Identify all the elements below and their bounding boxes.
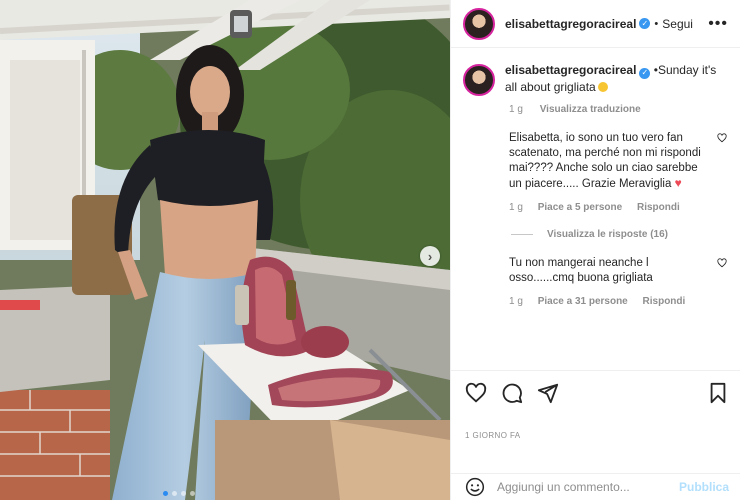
view-replies-toggle[interactable]: Visualizza le risposte (16) xyxy=(451,229,740,240)
avatar[interactable] xyxy=(463,64,495,96)
comment-text: Elisabetta, io sono un tuo vero fan scat… xyxy=(509,132,701,190)
verified-icon: ✓ xyxy=(639,18,651,29)
carousel-indicator xyxy=(163,491,195,496)
post-timestamp[interactable]: 1 GIORNO FA xyxy=(465,431,729,440)
comment-likes[interactable]: Piace a 31 persone xyxy=(538,296,628,307)
follow-button[interactable]: Segui xyxy=(662,17,693,31)
caption-username[interactable]: elisabettagregoracireal xyxy=(505,63,636,77)
translate-link[interactable]: Visualizza traduzione xyxy=(540,104,641,115)
comment-age: 1 g xyxy=(509,202,523,213)
more-icon[interactable]: ••• xyxy=(708,15,728,33)
publish-button[interactable]: Pubblica xyxy=(679,480,729,494)
caption-meta: 1 g Visualizza traduzione xyxy=(509,104,740,115)
reply-button[interactable]: Rispondi xyxy=(637,202,680,213)
avatar[interactable] xyxy=(463,7,495,40)
post-photo[interactable]: › xyxy=(0,0,450,500)
share-icon[interactable] xyxy=(537,382,559,404)
post-sidebar: elisabettagregoracireal ✓ • Segui ••• el… xyxy=(450,0,740,500)
heart-icon[interactable] xyxy=(465,382,487,404)
sun-emoji-icon xyxy=(597,81,608,92)
carousel-dot xyxy=(190,491,195,496)
comment-meta: 1 g Piace a 5 persone Rispondi xyxy=(509,202,705,213)
comment-text: Tu non mangerai neanche l osso......cmq … xyxy=(509,257,653,284)
red-heart-emoji-icon: ♥ xyxy=(674,176,682,190)
comments-list[interactable]: elisabettagregoracireal ✓ •Sunday it's al… xyxy=(451,56,740,366)
bookmark-icon[interactable] xyxy=(707,382,729,404)
verified-icon: ✓ xyxy=(639,67,651,79)
like-comment-heart-icon[interactable] xyxy=(717,133,727,143)
comment-likes[interactable]: Piace a 5 persone xyxy=(538,202,623,213)
post-header: elisabettagregoracireal ✓ • Segui ••• xyxy=(451,0,740,48)
comment-icon[interactable] xyxy=(501,382,523,404)
carousel-dot xyxy=(163,491,168,496)
separator-dot: • xyxy=(654,17,659,30)
reply-button[interactable]: Rispondi xyxy=(643,296,686,307)
carousel-next-button[interactable]: › xyxy=(420,246,440,266)
photo-illustration xyxy=(0,0,450,500)
emoji-icon[interactable] xyxy=(465,477,485,497)
carousel-dot xyxy=(181,491,186,496)
caption-age: 1 g xyxy=(509,104,523,115)
comment-item: Elisabetta, io sono un tuo vero fan scat… xyxy=(451,131,740,213)
comment-input[interactable] xyxy=(497,480,679,494)
username-link[interactable]: elisabettagregoracireal xyxy=(505,17,636,31)
like-comment-heart-icon[interactable] xyxy=(717,258,727,268)
caption: elisabettagregoracireal ✓ •Sunday it's al… xyxy=(451,56,740,96)
post-actions: 1 GIORNO FA xyxy=(451,370,740,440)
comment-meta: 1 g Piace a 31 persone Rispondi xyxy=(509,296,705,307)
add-comment-bar: Pubblica xyxy=(451,473,740,500)
view-replies-label[interactable]: Visualizza le risposte (16) xyxy=(547,229,668,240)
comment-age: 1 g xyxy=(509,296,523,307)
comment-item: Tu non mangerai neanche l osso......cmq … xyxy=(451,256,740,307)
replies-line xyxy=(511,234,533,235)
carousel-dot xyxy=(172,491,177,496)
chevron-right-icon: › xyxy=(427,248,433,264)
